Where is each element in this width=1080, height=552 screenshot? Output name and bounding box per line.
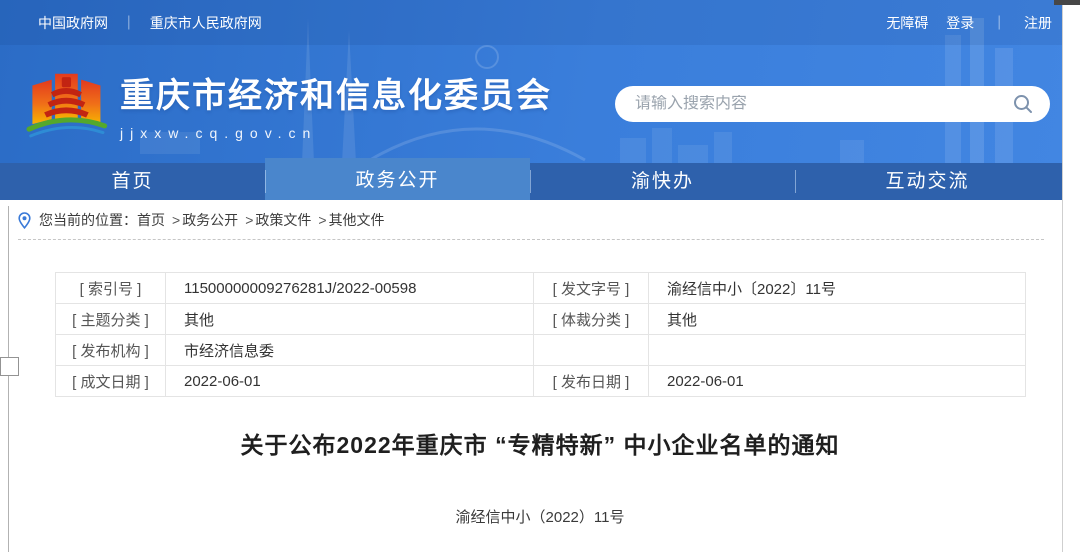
meta-value-publish-date: 2022-06-01	[649, 366, 1026, 397]
meta-value-topic-category: 其他	[166, 304, 534, 335]
breadcrumb-prefix: 您当前的位置：	[39, 210, 137, 230]
meta-value-issuing-agency: 市经济信息委	[166, 335, 534, 366]
register-link[interactable]: 注册	[1024, 15, 1052, 31]
article-doc-number: 渝经信中小（2022）11号	[0, 506, 1080, 527]
site-logo[interactable]	[24, 61, 108, 147]
topbar-divider: ｜	[122, 15, 136, 31]
crumb-policy-files[interactable]: 政策文件	[255, 210, 311, 230]
link-chongqing-gov[interactable]: 重庆市人民政府网	[150, 15, 262, 31]
article-title: 关于公布2022年重庆市 “专精特新” 中小企业名单的通知	[0, 426, 1080, 460]
nav-item-home[interactable]: 首页	[0, 163, 265, 200]
crumb-home[interactable]: 首页	[137, 210, 165, 230]
site-header: 重庆市经济和信息化委员会 jjxxw.cq.gov.cn	[0, 45, 1062, 163]
header-hero: 中国政府网 ｜ 重庆市人民政府网 无障碍 登录 ｜ 注册	[0, 0, 1080, 163]
meta-label: [ 体裁分类 ]	[534, 304, 649, 335]
site-url: jjxxw.cq.gov.cn	[120, 125, 552, 141]
meta-value-doc-symbol: 渝经信中小〔2022〕11号	[649, 273, 1026, 304]
site-identity: 重庆市经济和信息化委员会 jjxxw.cq.gov.cn	[120, 68, 552, 141]
main-nav: 首页 政务公开 渝快办 互动交流	[0, 158, 1062, 200]
top-utility-bar: 中国政府网 ｜ 重庆市人民政府网 无障碍 登录 ｜ 注册	[0, 0, 1080, 45]
meta-value-genre-category: 其他	[649, 304, 1026, 335]
meta-value-empty	[649, 335, 1026, 366]
meta-label: [ 成文日期 ]	[56, 366, 166, 397]
meta-label: [ 发布机构 ]	[56, 335, 166, 366]
location-pin-icon	[18, 212, 31, 229]
breadcrumb: 您当前的位置： 首页 > 政务公开 > 政策文件 > 其他文件	[0, 200, 1062, 240]
topbar-divider: ｜	[992, 15, 1006, 31]
breadcrumb-separator: >	[172, 212, 180, 228]
login-link[interactable]: 登录	[946, 15, 974, 31]
link-china-gov[interactable]: 中国政府网	[38, 15, 108, 31]
meta-label: [ 主题分类 ]	[56, 304, 166, 335]
table-row: [ 发布机构 ] 市经济信息委	[56, 335, 1026, 366]
table-row: [ 成文日期 ] 2022-06-01 [ 发布日期 ] 2022-06-01	[56, 366, 1026, 397]
table-row: [ 主题分类 ] 其他 [ 体裁分类 ] 其他	[56, 304, 1026, 335]
screenshot-artifact-left-line	[8, 206, 9, 552]
gov-links: 中国政府网 ｜ 重庆市人民政府网	[38, 13, 262, 33]
meta-label: [ 发文字号 ]	[534, 273, 649, 304]
meta-label	[534, 335, 649, 366]
breadcrumb-separator: >	[245, 212, 253, 228]
accessibility-link[interactable]: 无障碍	[886, 15, 928, 31]
search-icon	[1012, 93, 1034, 115]
nav-item-gov-affairs[interactable]: 政务公开	[265, 158, 530, 200]
breadcrumb-separator: >	[318, 212, 326, 228]
document-meta-table: [ 索引号 ] 11500000009276281J/2022-00598 [ …	[55, 272, 1026, 397]
nav-item-interaction[interactable]: 互动交流	[795, 163, 1060, 200]
screenshot-artifact-right-margin	[1062, 0, 1080, 552]
meta-value-index-number: 11500000009276281J/2022-00598	[166, 273, 534, 304]
screenshot-artifact-left-handle	[0, 357, 19, 376]
nav-item-yukuaiban[interactable]: 渝快办	[530, 163, 795, 200]
meta-label: [ 发布日期 ]	[534, 366, 649, 397]
search-button[interactable]	[1010, 91, 1036, 117]
crumb-gov-affairs[interactable]: 政务公开	[182, 210, 238, 230]
meta-value-written-date: 2022-06-01	[166, 366, 534, 397]
screenshot-artifact-corner-handle	[1054, 0, 1080, 5]
search-box	[615, 86, 1050, 122]
crumb-other-files[interactable]: 其他文件	[329, 210, 385, 230]
account-links: 无障碍 登录 ｜ 注册	[872, 13, 1052, 33]
search-input[interactable]	[635, 95, 1010, 113]
table-row: [ 索引号 ] 11500000009276281J/2022-00598 [ …	[56, 273, 1026, 304]
site-title: 重庆市经济和信息化委员会	[120, 68, 552, 117]
meta-label: [ 索引号 ]	[56, 273, 166, 304]
